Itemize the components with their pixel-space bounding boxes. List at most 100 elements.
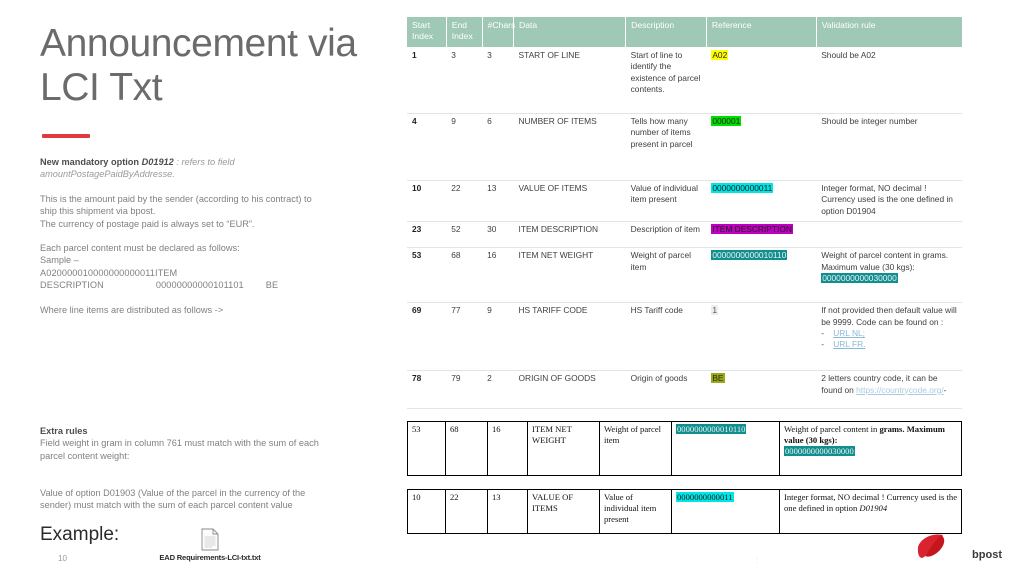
cell-data: HS TARIFF CODE <box>513 302 626 372</box>
intro-sample-line2: DESCRIPTION 00000000000101101 BE <box>40 279 390 291</box>
intro-line1-rest: : refers to field <box>176 157 235 167</box>
cell-start-index: 78 <box>407 370 447 410</box>
cell-end-index: 79 <box>446 370 483 410</box>
sample-description: DESCRIPTION <box>40 280 104 291</box>
cell-start-index: 23 <box>407 221 447 249</box>
cell-reference: 1 <box>706 302 817 372</box>
reference-highlight: ITEM DESCRIPTION <box>711 224 793 235</box>
link-url-nl[interactable]: URL NL; <box>833 328 865 338</box>
cell-data: START OF LINE <box>513 47 626 114</box>
reference-highlight: BE <box>711 373 725 384</box>
col-header-validation: Validation rule <box>816 17 962 48</box>
example-label: Example: <box>40 524 120 545</box>
cell-data: VALUE OF ITEMS <box>527 489 600 534</box>
cell-reference: 0000000000010110 <box>671 421 780 476</box>
cell-reference: 0000000000011 <box>671 489 780 534</box>
cell-description: Weight of parcel item <box>625 247 707 304</box>
cell-num-chars: 6 <box>482 113 514 181</box>
cell-validation: Weight of parcel content in grams. Maxim… <box>779 421 962 476</box>
intro-para2-l1: Each parcel content must be declared as … <box>40 243 240 254</box>
validation-max-value: 0000000000030000 <box>821 273 898 284</box>
intro-para3: Where line items are distributed as foll… <box>40 304 224 315</box>
validation-link-row: - URL FR. <box>821 339 866 350</box>
cell-start-index: 1 <box>407 47 447 114</box>
cell-validation: Integer format, NO decimal ! Currency us… <box>816 180 962 223</box>
cell-start-index: 53 <box>407 421 446 476</box>
cell-end-index: 22 <box>446 180 483 223</box>
table-row: 53 68 16 ITEM NET WEIGHT Weight of parce… <box>407 247 962 304</box>
cell-data: ORIGIN OF GOODS <box>513 370 626 410</box>
table-row: 4 9 6 NUMBER OF ITEMS Tells how many num… <box>407 113 962 181</box>
intro-para1-l2: ship this shipment via bpost. <box>40 206 156 217</box>
cell-validation: Should be A02 <box>816 47 962 114</box>
value-rule-block: Value of option D01903 (Value of the par… <box>40 487 360 512</box>
cell-num-chars: 16 <box>482 247 514 304</box>
intro-sample-label: Sample – <box>40 255 79 266</box>
cell-reference: ITEM DESCRIPTION <box>706 221 817 249</box>
page-title: Announcement via LCI Txt <box>40 22 357 109</box>
reference-highlight: 0000000000010110 <box>676 424 747 434</box>
cell-end-index: 77 <box>446 302 483 372</box>
table-row: 23 52 30 ITEM DESCRIPTION Description of… <box>407 221 962 249</box>
attachment-filename: EAD Requirements-LCI-txt.txt <box>159 553 261 562</box>
reference-highlight: 0000000000011 <box>711 183 774 193</box>
col-header-reference: Reference <box>706 17 817 48</box>
col-header-num-chars: #Chars <box>482 17 515 48</box>
cell-description: Value of individual item present <box>625 180 707 223</box>
footer-marker: : <box>756 556 759 565</box>
cell-end-index: 9 <box>446 113 483 181</box>
validation-max-value: 0000000000030000 <box>784 446 855 457</box>
cell-validation: Weight of parcel content in grams. Maxim… <box>816 247 962 304</box>
extra-rules-block: Extra rules Field weight in gram in colu… <box>40 425 370 462</box>
attachment-object[interactable]: EAD Requirements-LCI-txt.txt <box>150 528 270 562</box>
intro-field-name: amountPostagePaidByAddresse. <box>40 169 175 180</box>
page-number: 10 <box>58 554 67 563</box>
cell-end-index: 52 <box>446 221 483 249</box>
cell-description: Description of item <box>625 221 707 249</box>
cell-validation: 2 letters country code, it can be found … <box>816 370 962 410</box>
item-net-weight-detail-table: 53 68 16 ITEM NET WEIGHT Weight of parce… <box>407 421 962 476</box>
cell-description: Origin of goods <box>625 370 707 410</box>
validation-text: If not provided then default value will … <box>821 305 957 327</box>
slide-canvas: Announcement via LCI Txt New mandatory o… <box>0 0 1024 576</box>
cell-start-index: 10 <box>407 180 447 223</box>
reference-highlight: A02 <box>711 50 729 60</box>
cell-start-index: 10 <box>407 489 446 534</box>
cell-validation: Integer format, NO decimal ! Currency us… <box>779 489 962 534</box>
cell-num-chars: 9 <box>482 302 514 372</box>
sample-country: BE <box>265 280 279 291</box>
table-row: 78 79 2 ORIGIN OF GOODS Origin of goods … <box>407 370 962 410</box>
logo-wordmark: bpost <box>972 549 1002 561</box>
link-countrycode[interactable]: https://countrycode.org/ <box>856 385 944 395</box>
cell-start-index: 69 <box>407 302 447 372</box>
lci-field-specification-table: Start Index End Index #Chars Data Descri… <box>407 17 962 410</box>
reference-highlight: 000001 <box>711 116 742 126</box>
table-row: 53 68 16 ITEM NET WEIGHT Weight of parce… <box>407 421 962 476</box>
intro-sample-line1: A020000010000000000011ITEM <box>40 267 178 278</box>
cell-end-index: 3 <box>446 47 483 114</box>
link-url-fr[interactable]: URL FR. <box>833 339 865 349</box>
reference-highlight: 0000000000010110 <box>711 250 788 261</box>
value-rule-l1: Value of option D01903 (Value of the par… <box>40 488 306 498</box>
table-row: 69 77 9 HS TARIFF CODE HS Tariff code 1 … <box>407 302 962 372</box>
table-row: 10 22 13 VALUE OF ITEMS Value of individ… <box>407 489 962 534</box>
validation-text: Weight of parcel content in <box>784 424 880 434</box>
document-icon <box>201 528 219 551</box>
cell-reference: 0000000000010110 <box>706 247 817 304</box>
cell-num-chars: 2 <box>482 370 514 410</box>
cell-data: NUMBER OF ITEMS <box>513 113 626 181</box>
cell-start-index: 4 <box>407 113 447 181</box>
intro-para1-l3: The currency of postage paid is always s… <box>40 218 255 229</box>
col-header-start-index: Start Index <box>407 17 447 48</box>
table-row: 1 3 3 START OF LINE Start of line to ide… <box>407 47 962 114</box>
extra-rules-heading: Extra rules <box>40 426 88 436</box>
extra-rules-l2: parcel content weight: <box>40 450 130 461</box>
validation-text: Weight of parcel content in grams. Maxim… <box>821 250 949 272</box>
cell-description: Tells how many number of items present i… <box>625 113 707 181</box>
cell-data: ITEM NET WEIGHT <box>513 247 626 304</box>
cell-data: ITEM NET WEIGHT <box>527 421 600 476</box>
validation-option-code: D01904 <box>859 503 888 514</box>
cell-reference: 0000000000011 <box>706 180 817 223</box>
table-row: 10 22 13 VALUE OF ITEMS Value of individ… <box>407 180 962 223</box>
accent-rule <box>42 134 90 138</box>
